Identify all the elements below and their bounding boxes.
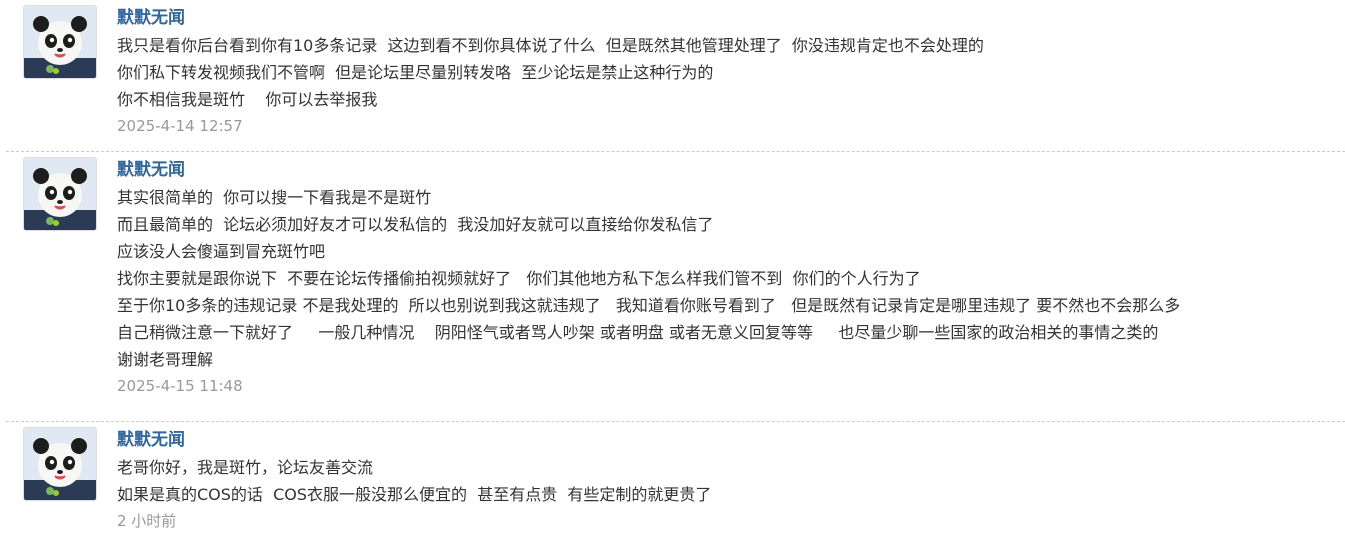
author-name[interactable]: 默默无闻 bbox=[117, 157, 1337, 184]
author-name[interactable]: 默默无闻 bbox=[117, 427, 1337, 454]
message-line: 你们私下转发视频我们不管啊 但是论坛里尽量别转发咯 至少论坛是禁止这种行为的 bbox=[117, 63, 714, 82]
message-line: 其实很简单的 你可以搜一下看我是不是斑竹 bbox=[117, 188, 432, 207]
panda-avatar-icon[interactable] bbox=[23, 157, 97, 231]
message-item: 默默无闻 老哥你好，我是斑竹，论坛友善交流 如果是真的COS的话 COS衣服一般… bbox=[0, 422, 1345, 549]
message-line: 老哥你好，我是斑竹，论坛友善交流 bbox=[117, 458, 374, 477]
panda-avatar-icon[interactable] bbox=[23, 5, 97, 79]
message-item: 默默无闻 其实很简单的 你可以搜一下看我是不是斑竹 而且最简单的 论坛必须加好友… bbox=[0, 152, 1345, 422]
message-line: 至于你10多条的违规记录 不是我处理的 所以也别说到我这就违规了 我知道看你账号… bbox=[117, 296, 1181, 315]
message-item: 默默无闻 我只是看你后台看到你有10多条记录 这边到看不到你具体说了什么 但是既… bbox=[0, 0, 1345, 152]
message-body: 默默无闻 我只是看你后台看到你有10多条记录 这边到看不到你具体说了什么 但是既… bbox=[117, 5, 1337, 140]
message-line: 应该没人会傻逼到冒充斑竹吧 bbox=[117, 242, 326, 261]
message-timestamp: 2 小时前 bbox=[117, 512, 177, 530]
message-line: 如果是真的COS的话 COS衣服一般没那么便宜的 甚至有点贵 有些定制的就更贵了 bbox=[117, 485, 712, 504]
author-name[interactable]: 默默无闻 bbox=[117, 5, 1337, 32]
message-timestamp: 2025-4-15 11:48 bbox=[117, 377, 243, 395]
message-line: 自己稍微注意一下就好了 一般几种情况 阴阳怪气或者骂人吵架 或者明盘 或者无意义… bbox=[117, 323, 1159, 342]
message-body: 默默无闻 其实很简单的 你可以搜一下看我是不是斑竹 而且最简单的 论坛必须加好友… bbox=[117, 157, 1337, 400]
message-thread: 默默无闻 我只是看你后台看到你有10多条记录 这边到看不到你具体说了什么 但是既… bbox=[0, 0, 1345, 549]
message-line: 谢谢老哥理解 bbox=[117, 350, 214, 369]
message-line: 而且最简单的 论坛必须加好友才可以发私信的 我没加好友就可以直接给你发私信了 bbox=[117, 215, 714, 234]
message-body: 默默无闻 老哥你好，我是斑竹，论坛友善交流 如果是真的COS的话 COS衣服一般… bbox=[117, 427, 1337, 535]
message-line: 找你主要就是跟你说下 不要在论坛传播偷拍视频就好了 你们其他地方私下怎么样我们管… bbox=[117, 269, 921, 288]
message-line: 你不相信我是斑竹 你可以去举报我 bbox=[117, 90, 378, 109]
panda-avatar-icon[interactable] bbox=[23, 427, 97, 501]
message-line: 我只是看你后台看到你有10多条记录 这边到看不到你具体说了什么 但是既然其他管理… bbox=[117, 36, 984, 55]
message-timestamp: 2025-4-14 12:57 bbox=[117, 117, 243, 135]
